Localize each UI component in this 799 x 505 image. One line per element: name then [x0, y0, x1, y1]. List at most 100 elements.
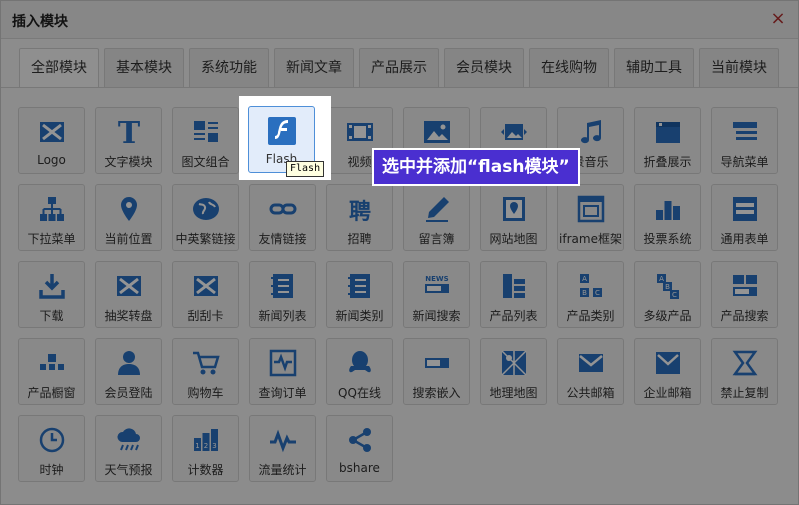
cart-icon — [173, 348, 238, 378]
module-tile[interactable]: 搜索嵌入 — [403, 338, 470, 405]
module-tile[interactable]: T 文字模块 — [95, 107, 162, 174]
folder-icon — [635, 117, 700, 147]
module-label: 新闻列表 — [258, 309, 307, 323]
module-tile[interactable]: 通用表单 — [711, 184, 778, 251]
tab-7[interactable]: 在线购物 — [529, 48, 609, 87]
mail-icon — [558, 348, 623, 378]
download-icon — [19, 271, 84, 301]
module-tile[interactable]: 中英繁链接 — [172, 184, 239, 251]
form-icon — [712, 194, 777, 224]
tab-5[interactable]: 产品展示 — [359, 48, 439, 87]
text-icon: T — [96, 117, 161, 147]
tab-6[interactable]: 会员模块 — [444, 48, 524, 87]
module-tile[interactable]: 投票系统 — [634, 184, 701, 251]
slideshow-icon — [481, 117, 546, 147]
svg-text:1: 1 — [195, 442, 199, 450]
module-tile[interactable]: A B C 产品类别 — [557, 261, 624, 328]
module-tile[interactable]: 时钟 — [18, 415, 85, 482]
module-tile[interactable]: 抽奖转盘 — [95, 261, 162, 328]
module-label: 多级产品 — [643, 309, 692, 323]
module-tile[interactable]: 地理地图 — [480, 338, 547, 405]
module-tile[interactable]: 导航菜单 — [711, 107, 778, 174]
module-tile[interactable]: 友情链接 — [249, 184, 316, 251]
module-tile[interactable]: 产品橱窗 — [18, 338, 85, 405]
no-copy-icon — [712, 348, 777, 378]
module-tile[interactable]: 产品列表 — [480, 261, 547, 328]
dialog-titlebar: 插入模块 × — [1, 1, 798, 39]
module-tile[interactable]: 下载 — [18, 261, 85, 328]
module-label: bshare — [339, 461, 380, 475]
module-tile[interactable]: bshare — [326, 415, 393, 482]
enterprise-mail-icon — [635, 348, 700, 378]
svg-text:聘: 聘 — [348, 200, 370, 224]
tab-1[interactable]: 全部模块 — [19, 48, 99, 88]
module-tile[interactable]: 购物车 — [172, 338, 239, 405]
svg-text:B: B — [582, 289, 587, 297]
module-tile[interactable]: 禁止复制 — [711, 338, 778, 405]
module-tile[interactable]: 刮刮卡 — [172, 261, 239, 328]
module-tile[interactable]: 会员登陆 — [95, 338, 162, 405]
module-tile[interactable]: 聘招聘 — [326, 184, 393, 251]
module-tile[interactable]: 查询订单 — [249, 338, 316, 405]
module-tile[interactable]: NEWS 新闻搜索 — [403, 261, 470, 328]
module-tile[interactable]: 当前位置 — [95, 184, 162, 251]
multilevel-product-icon: ABC — [635, 271, 700, 301]
module-label: 导航菜单 — [720, 155, 769, 169]
module-tile[interactable]: 图文组合 — [172, 107, 239, 174]
module-tile[interactable]: 折叠展示 — [634, 107, 701, 174]
module-tile[interactable]: 流量统计 — [249, 415, 316, 482]
dropdown-menu-icon — [19, 194, 84, 224]
map-icon — [481, 348, 546, 378]
tab-4[interactable]: 新闻文章 — [274, 48, 354, 87]
module-tile[interactable]: 1 2 3 计数器 — [172, 415, 239, 482]
module-tile[interactable]: 网站地图 — [480, 184, 547, 251]
module-tile[interactable]: QQ在线 — [326, 338, 393, 405]
module-tile[interactable]: 产品搜索 — [711, 261, 778, 328]
tab-3[interactable]: 系统功能 — [189, 48, 269, 87]
module-label: 中英繁链接 — [175, 232, 236, 246]
vote-icon — [635, 194, 700, 224]
module-label: 抽奖转盘 — [104, 309, 153, 323]
svg-text:B: B — [665, 283, 670, 291]
instruction-callout: 选中并添加“flash模块” — [372, 148, 580, 186]
music-icon — [558, 117, 623, 147]
module-tile[interactable]: iframe框架 — [557, 184, 624, 251]
tab-8[interactable]: 辅助工具 — [614, 48, 694, 87]
module-tile[interactable]: 下拉菜单 — [18, 184, 85, 251]
dialog-title: 插入模块 — [12, 14, 68, 30]
module-label: 文字模块 — [104, 155, 153, 169]
module-tile[interactable]: 新闻列表 — [249, 261, 316, 328]
scratch-card-icon — [173, 271, 238, 301]
tooltip: Flash — [286, 161, 325, 177]
module-label: 通用表单 — [720, 232, 769, 246]
product-search-icon — [712, 271, 777, 301]
module-label: 查询订单 — [258, 386, 307, 400]
sitemap-icon — [481, 194, 546, 224]
traffic-stats-icon — [250, 425, 315, 455]
close-icon[interactable]: × — [768, 9, 788, 29]
tab-2[interactable]: 基本模块 — [104, 48, 184, 87]
tab-9[interactable]: 当前模块 — [699, 48, 779, 87]
image-icon — [404, 117, 469, 147]
logo-icon — [19, 117, 84, 147]
counter-icon: 123 — [173, 425, 238, 455]
lottery-icon — [96, 271, 161, 301]
module-tile[interactable]: 天气预报 — [95, 415, 162, 482]
module-label: 折叠展示 — [643, 155, 692, 169]
nav-menu-icon — [712, 117, 777, 147]
module-tile[interactable]: A B C 多级产品 — [634, 261, 701, 328]
module-tile[interactable]: 企业邮箱 — [634, 338, 701, 405]
member-login-icon — [96, 348, 161, 378]
product-category-icon: ABC — [558, 271, 623, 301]
news-search-icon: NEWS — [404, 271, 469, 301]
module-tile[interactable]: 公共邮箱 — [557, 338, 624, 405]
module-tile[interactable]: 新闻类别 — [326, 261, 393, 328]
share-icon — [327, 425, 392, 455]
module-tile[interactable]: Logo — [18, 107, 85, 174]
module-label: Logo — [37, 153, 66, 167]
module-tile[interactable]: 留言簿 — [403, 184, 470, 251]
module-label: 下拉菜单 — [27, 232, 76, 246]
pencil-icon — [404, 194, 469, 224]
module-label: 产品类别 — [566, 309, 615, 323]
svg-text:A: A — [659, 275, 664, 283]
